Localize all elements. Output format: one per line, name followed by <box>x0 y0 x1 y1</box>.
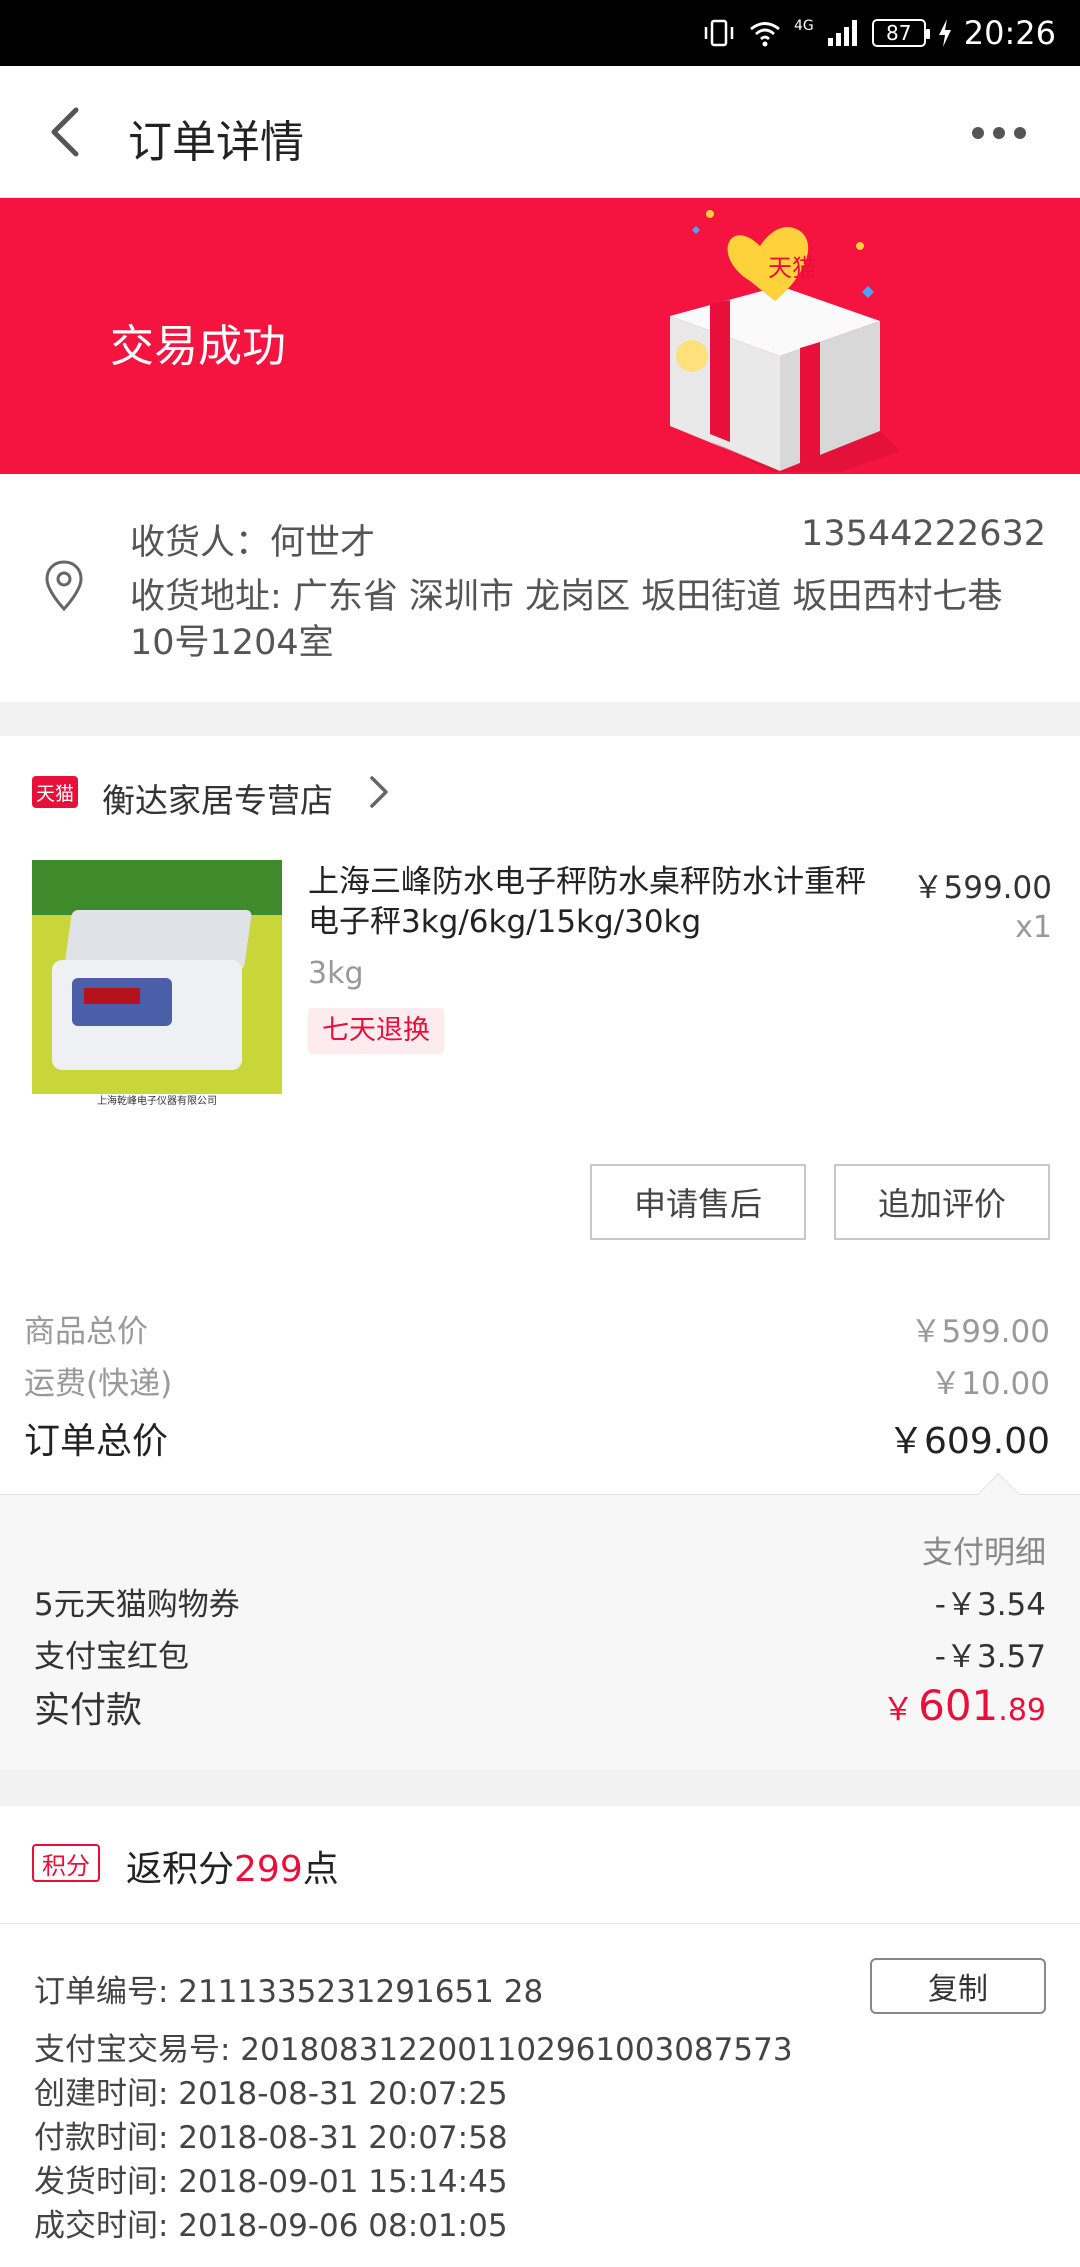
shipping-address: 收货人：何世才 13544222632 收货地址: 广东省 深圳市 龙岗区 坂田… <box>0 474 1080 702</box>
gift-box-icon: 天猫 <box>670 210 900 472</box>
chevron-right-icon[interactable] <box>366 772 392 812</box>
order-card: 天猫 衡达家居专营店 上海乾峰电子仪器有限公司 上海三峰防水电子秤防水桌秤防水计… <box>0 736 1080 1494</box>
app-header: 订单详情 <box>0 66 1080 198</box>
goods-total-row: 商品总价 ￥599.00 <box>24 1306 1050 1351</box>
order-total-value: ￥609.00 <box>888 1421 1050 1462</box>
back-arrow-icon[interactable] <box>40 102 100 162</box>
alipay-transaction-number: 支付宝交易号: 2018083122001102961003087573 <box>34 2032 793 2068</box>
paid-amount-label: 实付款 <box>34 1690 143 1731</box>
paid-amount-row: 实付款 ￥ 601 .89 <box>34 1681 1046 1733</box>
status-icons: 4G 87 20:26 <box>702 12 1056 54</box>
paid-amount-value: ￥ 601 .89 <box>882 1681 1046 1730</box>
gift-label: 天猫 <box>768 254 816 282</box>
clock: 20:26 <box>963 14 1056 52</box>
wifi-icon <box>750 22 780 47</box>
charging-icon <box>938 19 951 47</box>
payment-details: 支付明细 5元天猫购物券 -￥3.54 支付宝红包 -￥3.57 实付款 ￥ 6… <box>0 1494 1080 1770</box>
order-info: 订单编号: 2111335231291651 28 复制 支付宝交易号: 201… <box>0 1924 1080 2267</box>
network-type: 4G <box>794 18 814 34</box>
points-text: 返积分299点 <box>126 1849 339 1890</box>
coupon-label: 5元天猫购物券 <box>34 1587 240 1623</box>
points-badge: 积分 <box>32 1844 100 1882</box>
page-title: 订单详情 <box>128 117 304 168</box>
red-packet-row: 支付宝红包 -￥3.57 <box>34 1631 1046 1676</box>
vibrate-icon <box>704 19 734 47</box>
created-time: 创建时间: 2018-08-31 20:07:25 <box>34 2076 508 2112</box>
points-reward: 积分 返积分299点 <box>0 1806 1080 1924</box>
more-options-icon[interactable] <box>972 118 1036 148</box>
paid-time: 付款时间: 2018-08-31 20:07:58 <box>34 2120 508 2156</box>
points-value: 299 <box>234 1849 303 1890</box>
order-status: 交易成功 <box>110 321 286 372</box>
battery-level: 87 <box>886 21 912 45</box>
consignee-phone: 13544222632 <box>801 514 1046 554</box>
after-sale-button[interactable]: 申请售后 <box>590 1164 806 1240</box>
signal-icon <box>827 20 857 46</box>
battery-icon: 87 <box>871 19 930 47</box>
consignee-name: 收货人：何世才 <box>130 523 376 563</box>
red-packet-value: -￥3.57 <box>934 1639 1046 1675</box>
red-packet-label: 支付宝红包 <box>34 1639 189 1675</box>
return-policy-badge: 七天退换 <box>308 1008 444 1054</box>
product-sku: 3kg <box>308 956 364 991</box>
store-name[interactable]: 衡达家居专营店 <box>102 774 333 822</box>
product-image-caption: 上海乾峰电子仪器有限公司 <box>32 1094 282 1110</box>
completed-time: 成交时间: 2018-09-06 08:01:05 <box>34 2208 508 2244</box>
payment-details-link[interactable]: 支付明细 <box>922 1527 1046 1572</box>
copy-button[interactable]: 复制 <box>870 1958 1046 2014</box>
order-total-row: 订单总价 ￥609.00 <box>24 1412 1050 1464</box>
product-quantity: x1 <box>1015 910 1052 945</box>
shipping-value: ￥10.00 <box>930 1366 1050 1402</box>
product-title[interactable]: 上海三峰防水电子秤防水桌秤防水计重秤电子秤3kg/6kg/15kg/30kg <box>308 862 878 942</box>
address-text: 收货地址: 广东省 深圳市 龙岗区 坂田街道 坂田西村七巷10号1204室 <box>130 577 1003 663</box>
order-status-banner: 交易成功 天猫 <box>0 198 1080 474</box>
coupon-value: -￥3.54 <box>934 1587 1046 1623</box>
shipping-label: 运费(快递) <box>24 1366 173 1402</box>
order-total-label: 订单总价 <box>24 1421 169 1462</box>
product-price: ￥599.00 <box>912 870 1052 906</box>
status-bar: 4G 87 20:26 <box>0 0 1080 66</box>
shipped-time: 发货时间: 2018-09-01 15:14:45 <box>34 2164 508 2200</box>
tmall-logo-icon: 天猫 <box>32 776 78 808</box>
goods-total-label: 商品总价 <box>24 1314 148 1350</box>
order-number: 订单编号: 2111335231291651 28 <box>34 1974 544 2010</box>
goods-total-value: ￥599.00 <box>910 1314 1050 1350</box>
location-pin-icon <box>45 560 83 612</box>
add-review-button[interactable]: 追加评价 <box>834 1164 1050 1240</box>
shipping-row: 运费(快递) ￥10.00 <box>24 1358 1050 1403</box>
product-image[interactable]: 上海乾峰电子仪器有限公司 <box>32 860 282 1110</box>
coupon-row: 5元天猫购物券 -￥3.54 <box>34 1579 1046 1624</box>
